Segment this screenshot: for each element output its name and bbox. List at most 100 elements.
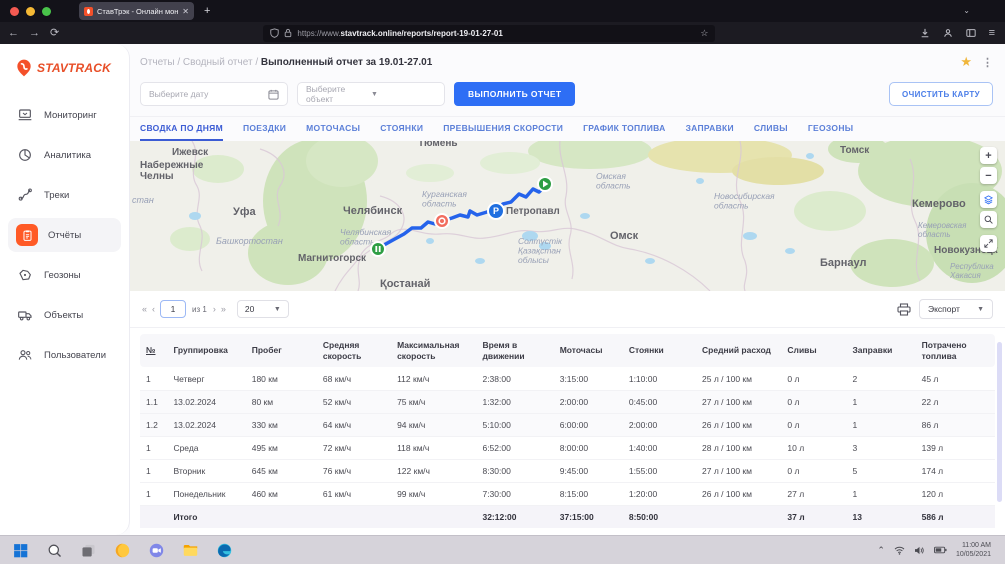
tab-close-icon[interactable]: ✕ bbox=[182, 7, 189, 16]
sidebar-item-geozones[interactable]: Геозоны bbox=[8, 258, 121, 292]
back-button[interactable]: ← bbox=[8, 28, 19, 39]
table-cell: 0:45:00 bbox=[623, 390, 696, 413]
tab-превышения-скорости[interactable]: ПРЕВЫШЕНИЯ СКОРОСТИ bbox=[443, 117, 563, 141]
column-header: Пробег bbox=[246, 334, 317, 367]
geofence-icon bbox=[16, 266, 34, 284]
sidebar-item-analytics[interactable]: Аналитика bbox=[8, 138, 121, 172]
taskbar-search-icon[interactable] bbox=[46, 542, 63, 559]
tracking-shield-icon[interactable] bbox=[270, 28, 279, 38]
teams-icon[interactable] bbox=[148, 542, 165, 559]
zoom-out-button[interactable]: − bbox=[980, 167, 997, 184]
battery-icon[interactable] bbox=[934, 546, 947, 554]
menu-icon[interactable]: ≡ bbox=[989, 28, 995, 39]
downloads-icon[interactable] bbox=[920, 28, 930, 38]
minimize-window-button[interactable] bbox=[26, 7, 35, 16]
task-view-icon[interactable] bbox=[80, 542, 97, 559]
wifi-icon[interactable] bbox=[894, 546, 905, 555]
clock[interactable]: 11:00 AM 10/05/2021 bbox=[956, 541, 991, 560]
map-canvas[interactable]: ИжевскНабережныеЧелныстанУфаБашкортостан… bbox=[130, 141, 1005, 291]
sidebar-item-objects[interactable]: Объекты bbox=[8, 298, 121, 332]
table-cell: Четверг bbox=[167, 367, 245, 390]
table-row[interactable]: 1Четверг180 км68 км/ч112 км/ч2:38:003:15… bbox=[140, 367, 995, 390]
next-page-button[interactable]: › bbox=[213, 304, 215, 314]
tab-стоянки[interactable]: СТОЯНКИ bbox=[380, 117, 423, 141]
table-row[interactable]: 1Среда495 км72 км/ч118 км/ч6:52:008:00:0… bbox=[140, 436, 995, 459]
tab-геозоны[interactable]: ГЕОЗОНЫ bbox=[808, 117, 853, 141]
sidebar-item-label: Аналитика bbox=[44, 150, 91, 161]
print-button[interactable] bbox=[897, 303, 911, 316]
new-tab-button[interactable]: + bbox=[204, 5, 210, 17]
date-picker-input[interactable]: Выберите дату bbox=[140, 82, 288, 106]
tab-сливы[interactable]: СЛИВЫ bbox=[754, 117, 788, 141]
pie-chart-icon bbox=[16, 146, 34, 164]
run-report-button[interactable]: ВЫПОЛНИТЬ ОТЧЕТ bbox=[454, 82, 575, 106]
last-page-button[interactable]: » bbox=[221, 304, 225, 314]
first-page-button[interactable]: « bbox=[142, 304, 146, 314]
vertical-scrollbar[interactable] bbox=[997, 342, 1002, 502]
truck-icon bbox=[16, 306, 34, 324]
map[interactable]: ИжевскНабережныеЧелныстанУфаБашкортостан… bbox=[130, 141, 1005, 291]
table-cell: Вторник bbox=[167, 459, 245, 482]
volume-icon[interactable] bbox=[914, 546, 925, 555]
column-header: Группировка bbox=[167, 334, 245, 367]
export-dropdown[interactable]: Экспорт▼ bbox=[919, 299, 993, 319]
table-row[interactable]: 1Вторник645 км76 км/ч122 км/ч8:30:009:45… bbox=[140, 459, 995, 482]
clear-map-button[interactable]: ОЧИСТИТЬ КАРТУ bbox=[889, 82, 993, 106]
layers-button[interactable] bbox=[980, 191, 997, 208]
favorite-star-icon[interactable]: ★ bbox=[960, 54, 972, 70]
lock-icon[interactable] bbox=[284, 28, 292, 38]
table-cell: 3 bbox=[846, 436, 915, 459]
report-tabs: СВОДКА ПО ДНЯМ ПОЕЗДКИ МОТОЧАСЫ СТОЯНКИ ПРЕВ… bbox=[130, 117, 1005, 141]
object-select[interactable]: Выберите объект ▼ bbox=[297, 82, 445, 106]
tray-chevron-icon[interactable]: ⌃ bbox=[877, 545, 885, 556]
table-row[interactable]: 1.213.02.2024330 км64 км/ч94 км/ч5:10:00… bbox=[140, 413, 995, 436]
tab-график-топлива[interactable]: ГРАФИК ТОПЛИВА bbox=[583, 117, 665, 141]
tab-моточасы[interactable]: МОТОЧАСЫ bbox=[306, 117, 360, 141]
fullscreen-button[interactable] bbox=[980, 235, 997, 252]
sidebar-item-reports[interactable]: Отчёты bbox=[8, 218, 121, 252]
parking-marker[interactable]: P bbox=[488, 203, 504, 219]
forward-button[interactable]: → bbox=[29, 28, 40, 39]
reload-button[interactable]: ⟳ bbox=[50, 28, 59, 39]
stop-marker[interactable] bbox=[435, 214, 449, 228]
zoom-in-button[interactable]: + bbox=[980, 147, 997, 164]
page-size-select[interactable]: 20▼ bbox=[237, 300, 289, 318]
start-icon[interactable] bbox=[12, 542, 29, 559]
route-start-marker[interactable] bbox=[538, 177, 552, 191]
sidebar-item-monitoring[interactable]: Мониторинг bbox=[8, 98, 121, 132]
chevron-down-icon: ▼ bbox=[274, 306, 281, 313]
table-cell: 3:15:00 bbox=[554, 367, 623, 390]
browser-tab[interactable]: СтавТрэк - Онлайн мониторс ✕ bbox=[79, 2, 194, 20]
table-cell: 10 л bbox=[781, 436, 846, 459]
table-cell: 1 bbox=[846, 390, 915, 413]
account-icon[interactable] bbox=[943, 28, 953, 38]
edge-icon[interactable] bbox=[216, 542, 233, 559]
more-options-icon[interactable]: ⋮ bbox=[982, 56, 993, 69]
list-tabs-chevron-icon[interactable]: ⌄ bbox=[963, 6, 970, 15]
table-cell: 1 bbox=[140, 459, 167, 482]
sidebar-item-users[interactable]: Пользователи bbox=[8, 338, 121, 372]
route-end-marker[interactable] bbox=[371, 242, 385, 256]
map-label: стан bbox=[132, 195, 154, 205]
bookmark-star-icon[interactable]: ☆ bbox=[700, 28, 708, 39]
tab-заправки[interactable]: ЗАПРАВКИ bbox=[686, 117, 734, 141]
page-number-input[interactable]: 1 bbox=[160, 300, 186, 318]
window-controls[interactable] bbox=[10, 7, 51, 16]
tab-сводка-по-дням[interactable]: СВОДКА ПО ДНЯМ bbox=[140, 117, 223, 141]
table-row[interactable]: 1.113.02.202480 км52 км/ч75 км/ч1:32:002… bbox=[140, 390, 995, 413]
url-bar[interactable]: https://www.stavtrack.online/reports/rep… bbox=[263, 25, 715, 42]
table-row[interactable]: 1Понедельник460 км61 км/ч99 км/ч7:30:008… bbox=[140, 482, 995, 505]
app-logo[interactable]: STAVTRACK bbox=[0, 54, 129, 92]
firefox-icon[interactable] bbox=[114, 542, 131, 559]
map-search-button[interactable] bbox=[980, 211, 997, 228]
sidebar-item-tracks[interactable]: Треки bbox=[8, 178, 121, 212]
chevron-down-icon: ▼ bbox=[371, 91, 436, 98]
maximize-window-button[interactable] bbox=[42, 7, 51, 16]
file-explorer-icon[interactable] bbox=[182, 542, 199, 559]
sidebar-toggle-icon[interactable] bbox=[966, 28, 976, 38]
tab-поездки[interactable]: ПОЕЗДКИ bbox=[243, 117, 286, 141]
close-window-button[interactable] bbox=[10, 7, 19, 16]
table-cell: 2 bbox=[846, 367, 915, 390]
prev-page-button[interactable]: ‹ bbox=[152, 304, 154, 314]
table-cell: 1 bbox=[140, 367, 167, 390]
